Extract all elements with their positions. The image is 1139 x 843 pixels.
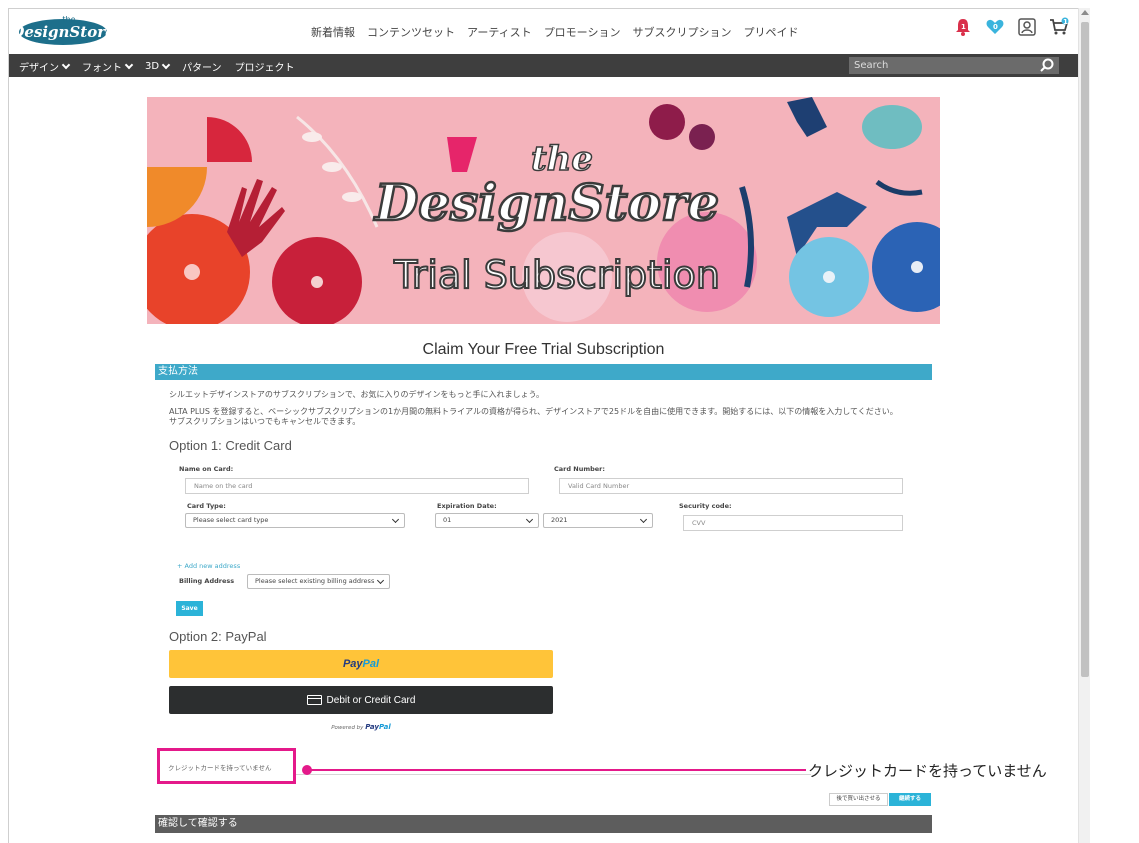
header-icons: 1 0 1 bbox=[953, 17, 1069, 37]
add-new-address-link[interactable]: + Add new address bbox=[177, 562, 240, 570]
scroll-thumb[interactable] bbox=[1081, 22, 1089, 677]
category-3d[interactable]: 3D bbox=[145, 59, 171, 74]
card-type-select[interactable]: Please select card type bbox=[185, 513, 405, 528]
option2-heading: Option 2: PayPal bbox=[169, 629, 267, 644]
page-title: Claim Your Free Trial Subscription bbox=[422, 341, 665, 358]
chevron-down-icon bbox=[376, 576, 385, 585]
no-credit-card-option[interactable]: クレジットカードを持っていません bbox=[168, 762, 271, 772]
category-designs[interactable]: デザイン bbox=[19, 59, 71, 74]
top-navigation: 新着情報 コンテンツセット アーティスト プロモーション サブスクリプション プ… bbox=[311, 24, 810, 40]
cart-badge: 1 bbox=[1063, 18, 1068, 26]
search-icon[interactable] bbox=[1037, 57, 1057, 74]
expiration-label: Expiration Date: bbox=[437, 502, 497, 510]
payment-section-header: 支払方法 bbox=[155, 364, 932, 380]
page: DesignStore the 新着情報 コンテンツセット アーティスト プロモ… bbox=[8, 8, 1078, 843]
billing-address-select[interactable]: Please select existing billing address bbox=[247, 574, 390, 589]
debit-credit-card-button[interactable]: Debit or Credit Card bbox=[169, 686, 553, 714]
search-input[interactable]: Search bbox=[849, 57, 1059, 74]
chevron-down-icon bbox=[525, 515, 534, 524]
nav-promotions[interactable]: プロモーション bbox=[544, 24, 621, 40]
chevron-down-icon bbox=[61, 60, 71, 70]
cart-icon[interactable]: 1 bbox=[1049, 17, 1069, 37]
nav-content-sets[interactable]: コンテンツセット bbox=[367, 24, 455, 40]
expiration-month-select[interactable]: 01 bbox=[435, 513, 539, 528]
heart-icon[interactable]: 0 bbox=[985, 17, 1005, 37]
paypal-button[interactable]: PayPal bbox=[169, 650, 553, 678]
design-store-logo[interactable]: DesignStore the bbox=[17, 13, 109, 47]
confirm-section-header: 確認して確認する bbox=[155, 815, 932, 833]
billing-address-label: Billing Address bbox=[179, 577, 235, 585]
heart-badge: 0 bbox=[993, 23, 998, 31]
callout-line bbox=[310, 769, 806, 771]
top-header: DesignStore the 新着情報 コンテンツセット アーティスト プロモ… bbox=[9, 9, 1078, 53]
nav-subscriptions[interactable]: サブスクリプション bbox=[632, 24, 731, 40]
account-icon[interactable] bbox=[1017, 17, 1037, 37]
chevron-down-icon bbox=[391, 515, 400, 524]
category-navigation: デザイン フォント 3D パターン プロジェクト bbox=[19, 59, 308, 74]
bell-icon[interactable]: 1 bbox=[953, 17, 973, 37]
security-code-label: Security code: bbox=[679, 502, 732, 510]
chevron-down-icon bbox=[124, 60, 134, 70]
option1-heading: Option 1: Credit Card bbox=[169, 438, 292, 453]
expiration-year-select[interactable]: 2021 bbox=[543, 513, 653, 528]
card-number-label: Card Number: bbox=[554, 465, 605, 473]
chevron-down-icon bbox=[161, 60, 171, 70]
hero-illustration: the DesignStore Trial Subscription bbox=[147, 97, 940, 324]
category-bar: デザイン フォント 3D パターン プロジェクト Search bbox=[9, 54, 1078, 77]
scroll-up-icon[interactable] bbox=[1081, 10, 1089, 15]
callout-label: クレジットカードを持っていません bbox=[808, 762, 1047, 780]
save-button[interactable]: Save bbox=[176, 601, 203, 616]
category-projects[interactable]: プロジェクト bbox=[235, 59, 295, 74]
hero-banner: the DesignStore Trial Subscription bbox=[147, 97, 940, 324]
card-type-label: Card Type: bbox=[187, 502, 226, 510]
category-fonts[interactable]: フォント bbox=[82, 59, 134, 74]
category-patterns[interactable]: パターン bbox=[182, 59, 222, 74]
nav-artists[interactable]: アーティスト bbox=[467, 24, 532, 40]
name-on-card-label: Name on Card: bbox=[179, 465, 234, 473]
nav-prepaid[interactable]: プリペイド bbox=[743, 24, 798, 40]
svg-text:the: the bbox=[62, 15, 75, 24]
hero-brand: DesignStore bbox=[373, 173, 719, 232]
browser-frame: DesignStore the 新着情報 コンテンツセット アーティスト プロモ… bbox=[0, 0, 1139, 843]
nav-new[interactable]: 新着情報 bbox=[311, 24, 355, 40]
vertical-scrollbar[interactable] bbox=[1078, 8, 1090, 843]
chevron-down-icon bbox=[639, 515, 648, 524]
credit-card-icon bbox=[306, 695, 322, 705]
name-on-card-input[interactable]: Name on the card bbox=[185, 478, 529, 494]
svg-text:DesignStore: DesignStore bbox=[17, 23, 109, 41]
intro-details: ALTA PLUS を登録すると、ベーシックサブスクリプションの1か月間の無料ト… bbox=[169, 407, 898, 426]
security-code-input[interactable]: CVV bbox=[683, 515, 903, 531]
continue-button[interactable]: 継続する bbox=[889, 793, 931, 806]
bell-badge: 1 bbox=[961, 23, 966, 31]
powered-by-paypal: Powered by PayPal bbox=[331, 723, 391, 731]
later-button[interactable]: 後で買い出させる bbox=[829, 793, 888, 806]
no-card-divider bbox=[295, 774, 811, 775]
card-number-input[interactable]: Valid Card Number bbox=[559, 478, 903, 494]
hero-subtitle: Trial Subscription bbox=[393, 253, 720, 297]
intro-text: シルエットデザインストアのサブスクリプションで、お気に入りのデザインをもっと手に… bbox=[169, 390, 545, 399]
